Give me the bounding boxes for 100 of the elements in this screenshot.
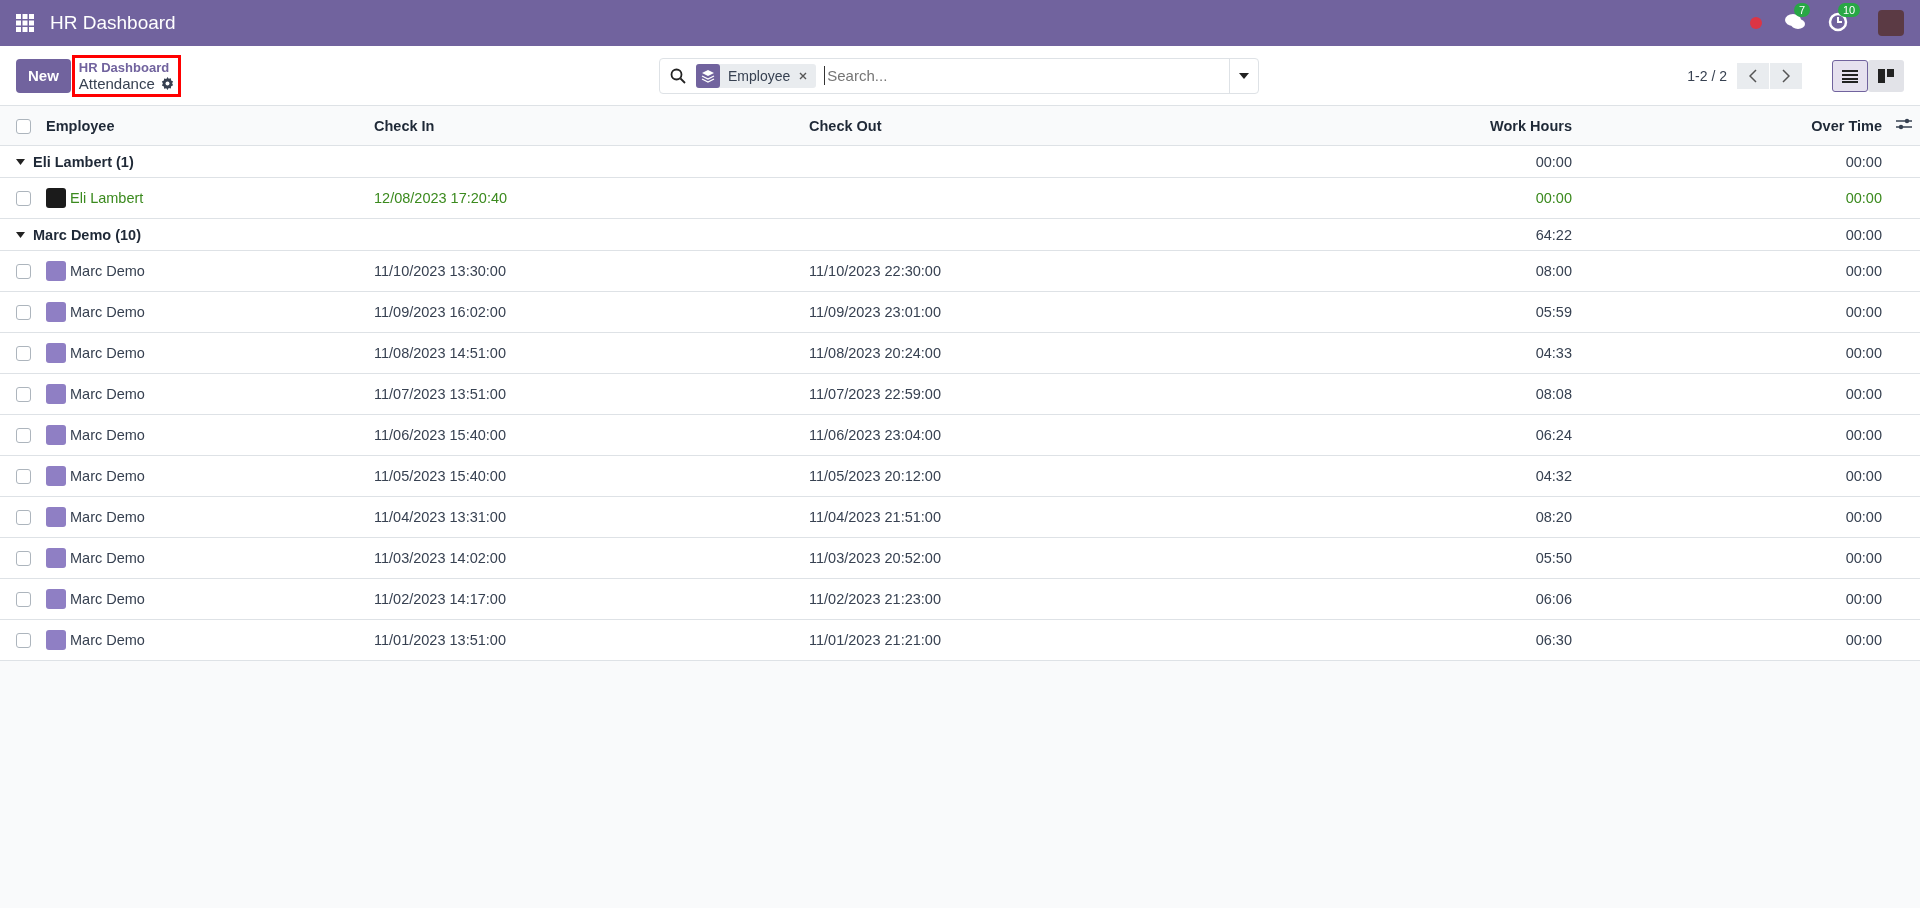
avatar-placeholder (46, 425, 66, 445)
check-in-time: 11/07/2023 13:51:00 (374, 386, 506, 402)
work-hours: 08:00 (1535, 263, 1572, 279)
avatar-placeholder (46, 589, 66, 609)
work-hours: 04:33 (1535, 345, 1572, 361)
row-checkbox[interactable] (16, 469, 31, 485)
work-hours: 04:32 (1535, 468, 1572, 484)
new-button[interactable]: New (16, 58, 71, 93)
caret-icon (16, 158, 25, 165)
avatar-placeholder (46, 466, 66, 486)
row-checkbox[interactable] (16, 346, 31, 362)
work-hours: 06:30 (1535, 632, 1572, 648)
employee-name: Marc Demo (70, 509, 145, 525)
check-out-time: 11/07/2023 22:59:00 (809, 386, 941, 402)
work-hours: 08:20 (1535, 509, 1572, 525)
group-work-hours: 64:22 (1535, 226, 1572, 243)
row-checkbox[interactable] (16, 510, 31, 526)
facet-label: Employee (727, 67, 792, 84)
check-in-time: 11/09/2023 16:02:00 (374, 304, 506, 320)
check-in-time: 11/01/2023 13:51:00 (374, 632, 506, 648)
over-time: 00:00 (1845, 345, 1882, 361)
avatar-placeholder (46, 507, 66, 527)
chevron-right-icon (1782, 68, 1790, 83)
work-hours: 05:50 (1535, 550, 1572, 566)
caret-icon (16, 231, 25, 238)
check-out-time: 11/08/2023 20:24:00 (809, 345, 941, 361)
avatar-placeholder (46, 302, 66, 322)
row-checkbox[interactable] (16, 551, 31, 567)
employee-name: Marc Demo (70, 263, 145, 279)
row-checkbox[interactable] (16, 633, 31, 649)
employee-name: Marc Demo (70, 304, 145, 320)
settings-icon[interactable] (160, 76, 174, 90)
check-out-time: 11/05/2023 20:12:00 (809, 468, 941, 484)
apps-menu-icon[interactable] (16, 14, 34, 32)
clock-icon[interactable] (1828, 12, 1848, 32)
user-avatar[interactable] (1878, 10, 1904, 36)
sliders-icon[interactable] (1896, 117, 1912, 131)
over-time: 00:00 (1845, 632, 1882, 648)
breadcrumb-link[interactable]: HR Dashboard (78, 59, 174, 75)
group-over-time: 00:00 (1845, 226, 1882, 243)
row-checkbox[interactable] (16, 387, 31, 403)
work-hours: 05:59 (1535, 304, 1572, 320)
column-header[interactable]: Over Time (1811, 117, 1882, 134)
over-time: 00:00 (1845, 591, 1882, 607)
employee-name: Eli Lambert (70, 190, 144, 206)
work-hours: 06:06 (1535, 591, 1572, 607)
over-time: 00:00 (1845, 550, 1882, 566)
status-dot[interactable] (1750, 17, 1762, 29)
column-header[interactable]: Check In (374, 117, 435, 134)
row-checkbox[interactable] (16, 191, 31, 207)
over-time: 00:00 (1845, 468, 1882, 484)
check-in-time: 11/04/2023 13:31:00 (374, 509, 506, 525)
check-in-time: 12/08/2023 17:20:40 (374, 190, 508, 206)
check-in-time: 11/02/2023 14:17:00 (374, 591, 506, 607)
next-button[interactable] (1770, 62, 1802, 89)
employee-name: Marc Demo (70, 386, 145, 402)
check-in-time: 11/08/2023 14:51:00 (374, 345, 506, 361)
employee-name: Marc Demo (70, 632, 145, 648)
chat-icon[interactable] (1784, 12, 1806, 32)
message-count-badge: 7 (1794, 3, 1811, 17)
row-checkbox[interactable] (16, 264, 31, 280)
employee-name: Marc Demo (70, 345, 145, 361)
avatar-placeholder (46, 188, 66, 208)
select-all-checkbox[interactable] (16, 118, 31, 134)
caret-icon[interactable] (1239, 72, 1249, 79)
over-time: 00:00 (1845, 304, 1882, 320)
check-out-time: 11/10/2023 22:30:00 (809, 263, 941, 279)
work-hours: 00:00 (1535, 190, 1572, 206)
check-out-time: 11/03/2023 20:52:00 (809, 550, 941, 566)
check-out-time: 11/06/2023 23:04:00 (809, 427, 941, 443)
search-icon (670, 67, 686, 84)
app-title: HR Dashboard (50, 12, 176, 34)
column-header[interactable]: Work Hours (1490, 117, 1572, 134)
previous-button[interactable] (1737, 62, 1769, 89)
search-field[interactable]: Employee Search... (659, 57, 1259, 94)
kanban-view-button[interactable] (1868, 59, 1904, 92)
activity-count-badge: 10 (1838, 3, 1861, 17)
column-header[interactable]: Employee (46, 117, 115, 134)
chevron-left-icon (1749, 68, 1757, 83)
work-hours: 06:24 (1535, 427, 1572, 443)
work-hours: 08:08 (1535, 386, 1572, 402)
check-in-time: 11/03/2023 14:02:00 (374, 550, 506, 566)
pager-value[interactable]: 1-2 / 2 (1687, 67, 1727, 84)
group-header[interactable]: Marc Demo (10) (0, 226, 1272, 243)
employee-name: Marc Demo (70, 550, 145, 566)
layers-icon (701, 68, 715, 83)
row-checkbox[interactable] (16, 592, 31, 608)
row-checkbox[interactable] (16, 305, 31, 321)
group-header[interactable]: Eli Lambert (1) (0, 153, 1272, 170)
group-work-hours: 00:00 (1535, 153, 1572, 170)
avatar-placeholder (46, 630, 66, 650)
column-header[interactable]: Check Out (809, 117, 882, 134)
list-view-button[interactable] (1832, 59, 1868, 92)
row-checkbox[interactable] (16, 428, 31, 444)
check-in-time: 11/06/2023 15:40:00 (374, 427, 506, 443)
list-icon (1842, 68, 1858, 83)
close-icon[interactable] (798, 70, 809, 81)
check-out-time: 11/04/2023 21:51:00 (809, 509, 941, 525)
over-time: 00:00 (1845, 386, 1882, 402)
employee-name: Marc Demo (70, 427, 145, 443)
